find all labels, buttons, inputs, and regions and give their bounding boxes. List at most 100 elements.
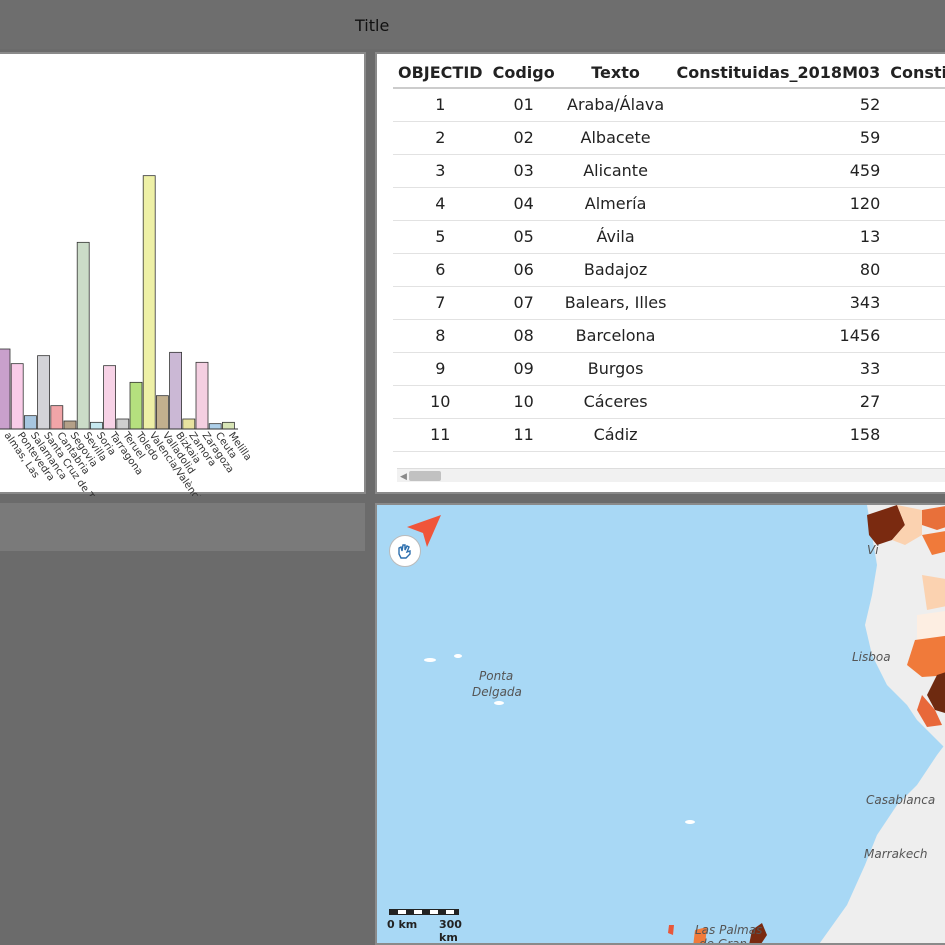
island [454,654,462,658]
table-row[interactable]: 1111Cádiz15899 [393,418,945,452]
map-label-casablanca: Casablanca [866,793,936,807]
table-cell: 120 [671,187,886,221]
map-label-delgada: Delgada [472,685,522,699]
choropleth-map[interactable] [377,505,945,945]
table-cell: 03 [487,154,560,188]
bar-16[interactable] [208,423,222,430]
scale-bar-graphic [389,909,459,915]
table-cell: 27 [671,385,886,419]
bar-9[interactable] [116,418,130,430]
locate-button[interactable] [389,535,421,567]
table-cell: 1456 [671,319,886,353]
table-cell: 1280 [885,319,945,353]
table-cell: 13 [885,220,945,254]
map-label-degran: de Gran [699,937,748,945]
island [685,820,695,824]
table-cell: 6 [393,253,488,287]
table-row[interactable]: 707Balears, Illes343308 [393,286,945,320]
table-cell: 459 [671,154,886,188]
bar-7[interactable] [90,421,103,430]
column-header[interactable]: Texto [559,58,672,89]
table-cell: 56 [885,121,945,155]
bar-14[interactable] [182,418,196,430]
table-cell: Albacete [559,121,672,155]
table-cell: 59 [671,121,886,155]
table-row[interactable]: 101Araba/Álava5232 [393,88,945,122]
bar-chart-panel: almas, Las Pontevedra Salamanca Santa Cruz … [0,52,366,496]
province-salamanca [917,611,945,640]
bar-5[interactable] [63,420,77,430]
scale-right-label: 300 km [439,918,462,944]
table-cell: Araba/Álava [559,88,672,122]
table-row[interactable]: 1010Cáceres2738 [393,385,945,419]
bar-15[interactable] [195,361,209,430]
column-header[interactable]: OBJECTID [393,58,488,89]
africa-land [819,744,945,943]
table-cell: 4 [393,187,488,221]
table-cell: Almería [559,187,672,221]
bar-1[interactable] [10,363,24,430]
table-cell: 32 [885,88,945,122]
bar-6[interactable] [76,241,90,430]
table-cell: 415 [885,154,945,188]
bar-8[interactable] [103,365,116,430]
table-cell: 07 [487,286,560,320]
table-cell: 343 [671,286,886,320]
scale-left-label: 0 km [387,918,418,931]
table-cell: 33 [885,352,945,386]
table-cell: 05 [487,220,560,254]
table-cell: 33 [671,352,886,386]
map-label-marrakech: Marrakech [864,847,928,861]
bar-10[interactable] [129,381,143,430]
table-cell: 158 [671,418,886,452]
map-panel[interactable]: Ponta Delgada Lisboa Casablanca Marrakec… [375,503,945,945]
table-cell: 06 [487,253,560,287]
table-cell: 04 [487,187,560,221]
table-cell: 11 [487,418,560,452]
bar-2[interactable] [23,415,37,430]
bar-12[interactable] [155,395,169,430]
table-cell: Alicante [559,154,672,188]
table-cell: 2 [393,121,488,155]
table-cell: Ávila [559,220,672,254]
bar-4[interactable] [50,405,64,430]
table-cell: 01 [487,88,560,122]
table-row[interactable]: 909Burgos3333 [393,352,945,386]
bar-17[interactable] [221,421,235,430]
table-cell: 10 [487,385,560,419]
horizontal-scrollbar[interactable]: ◀ [397,468,945,482]
empty-panel [0,503,365,551]
top-bar: Title [0,0,945,49]
table-row[interactable]: 202Albacete5956 [393,121,945,155]
table-cell: 72 [885,253,945,287]
column-header[interactable]: Constituidas_ [885,58,945,89]
table-cell: 02 [487,121,560,155]
column-header[interactable]: Codigo [487,58,560,89]
table-cell: 08 [487,319,560,353]
table-cell: 308 [885,286,945,320]
table-cell: Cádiz [559,418,672,452]
table-row[interactable]: 606Badajoz8072 [393,253,945,287]
scrollbar-thumb[interactable] [409,471,441,481]
province-canary-3 [668,925,674,935]
scale-bar: 0 km 300 km [387,909,469,943]
map-label-lisboa: Lisboa [852,650,891,664]
bar-11[interactable] [142,175,156,430]
table-row[interactable]: 808Barcelona14561280 [393,319,945,353]
table-cell: 7 [393,286,488,320]
map-label-vi: Vi [867,543,879,557]
column-header[interactable]: Constituidas_2018M03 [671,58,886,89]
bar-3[interactable] [37,355,50,430]
table-cell: 3 [393,154,488,188]
table-row[interactable]: 404Almería120118 [393,187,945,221]
scroll-left-icon[interactable]: ◀ [400,471,407,482]
table-row[interactable]: 303Alicante459415 [393,154,945,188]
map-label-laspalmas: Las Palmas [695,923,763,937]
table-row[interactable]: 505Ávila1313 [393,220,945,254]
table-cell: 5 [393,220,488,254]
table-header-row: OBJECTID Codigo Texto Constituidas_2018M03 C… [393,58,945,89]
bar-13[interactable] [169,351,183,430]
hand-gesture-icon [398,544,411,559]
bar-0[interactable] [0,348,11,430]
bar-chart: almas, LasPontevedraSalamancaSanta Cruz … [0,175,253,496]
